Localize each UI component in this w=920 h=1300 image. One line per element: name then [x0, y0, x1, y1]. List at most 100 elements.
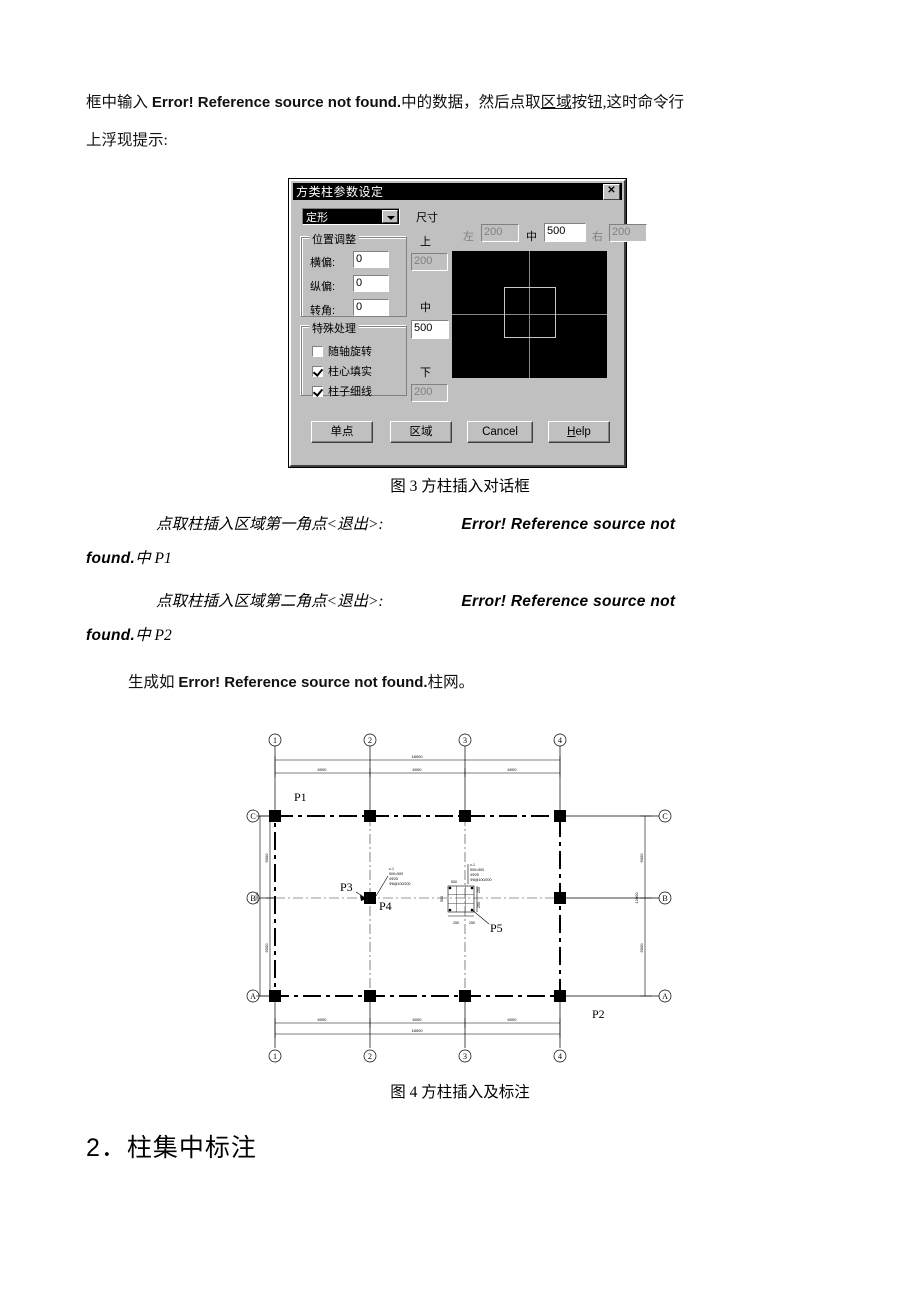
generate-text-post: 柱网。 [427, 674, 475, 691]
checkbox-rotate-with-axis-box[interactable] [312, 345, 323, 357]
svg-text:12000: 12000 [634, 892, 639, 904]
horizontal-offset-input[interactable]: 0 [353, 251, 389, 268]
size-left-input[interactable]: 200 [481, 224, 519, 242]
prompt-line-1: 点取柱插入区域第一角点<退出>: Error! Reference source… [156, 512, 675, 534]
prompt-line-2-found: found. [86, 627, 136, 644]
svg-text:6000: 6000 [318, 1017, 328, 1022]
column-note-right: z-1 500×500 4Φ25 Φ8@100/200 [467, 863, 492, 884]
svg-text:250: 250 [453, 921, 459, 925]
cancel-button[interactable]: Cancel [467, 421, 533, 443]
shape-select[interactable]: 定形 [302, 208, 400, 225]
help-button[interactable]: Help [548, 421, 610, 443]
intro-text-mid: 中的数据，然后点取 [401, 94, 541, 111]
column-detail-callout: 500 500 250 250 250 250 [440, 880, 490, 925]
single-point-button[interactable]: 单点 [311, 421, 373, 443]
cad-drawing-figure4: .thin { stroke:#000; stroke-width:0.6; f… [240, 718, 680, 1078]
svg-text:3: 3 [463, 736, 467, 745]
svg-text:6000: 6000 [413, 767, 423, 772]
column-markers [269, 810, 566, 1002]
intro-paragraph-line2: 上浮现提示: [86, 132, 168, 149]
size-left-label: 左 [463, 231, 474, 243]
size-right-input[interactable]: 200 [609, 224, 647, 242]
svg-text:12000: 12000 [254, 892, 259, 904]
size-bottom-input[interactable]: 200 [411, 384, 448, 402]
svg-text:6000: 6000 [639, 853, 644, 863]
prompt-line-1-tail: 中 P1 [135, 550, 172, 567]
document-page: 框中输入 Error! Reference source not found.中… [0, 0, 920, 1300]
svg-text:2: 2 [368, 736, 372, 745]
intro-paragraph-line1: 框中输入 Error! Reference source not found.中… [86, 84, 684, 122]
svg-text:18000: 18000 [411, 1028, 423, 1033]
point-label-p3: P3 [340, 880, 353, 894]
svg-text:6000: 6000 [508, 767, 518, 772]
svg-text:1: 1 [273, 736, 277, 745]
svg-text:3: 3 [463, 1052, 467, 1061]
size-center-v-label: 中 [420, 302, 431, 314]
size-top-input[interactable]: 200 [411, 253, 448, 271]
error-reference-text-1: Error! Reference source not found. [151, 94, 402, 111]
svg-text:18000: 18000 [411, 754, 423, 759]
svg-text:B: B [662, 894, 667, 903]
svg-text:4Φ25: 4Φ25 [389, 877, 398, 881]
svg-text:4: 4 [558, 736, 562, 745]
svg-text:500×500: 500×500 [389, 872, 403, 876]
area-link[interactable]: 区域 [541, 94, 572, 111]
right-dimension-chain: 6000 6000 12000 [634, 815, 652, 997]
svg-text:Φ8@100/200: Φ8@100/200 [389, 882, 411, 886]
svg-text:z-1: z-1 [389, 867, 394, 871]
internal-center-lines [275, 816, 560, 996]
svg-text:C: C [250, 812, 255, 821]
size-right-label: 右 [592, 231, 603, 243]
prompt-line-2: 点取柱插入区域第二角点<退出>: Error! Reference source… [156, 589, 675, 611]
special-handling-group-title: 特殊处理 [309, 320, 359, 336]
prompt-line-2-tail: 中 P2 [135, 627, 172, 644]
size-group-title: 尺寸 [416, 212, 438, 224]
dialog-titlebar: 方类柱参数设定 ✕ [293, 183, 622, 200]
rotation-angle-label: 转角: [310, 305, 336, 317]
generate-text-pre: 生成如 [128, 674, 179, 691]
close-icon[interactable]: ✕ [603, 183, 620, 200]
special-handling-group: 特殊处理 随轴旋转 柱心填实 柱子细线 [301, 320, 407, 399]
position-adjust-group-title: 位置调整 [309, 231, 359, 247]
size-center-v-input[interactable]: 500 [411, 320, 449, 339]
column-note-left: z-1 500×500 4Φ25 Φ8@100/200 [375, 867, 411, 897]
top-dimension-chain: 18000 6000 6000 6000 [274, 754, 561, 777]
prompt-line-1-cont: found.中 P1 [86, 546, 172, 568]
chevron-down-icon[interactable] [382, 210, 398, 223]
figure-4-caption: 图 4 方柱插入及标注 [390, 1084, 530, 1101]
size-bottom-label: 下 [420, 367, 431, 379]
svg-text:4Φ25: 4Φ25 [470, 873, 479, 877]
size-center-h-input[interactable]: 500 [544, 223, 586, 242]
position-adjust-group: 位置调整 横偏: 0 纵偏: 0 转角: 0 [301, 231, 407, 317]
svg-text:6000: 6000 [264, 943, 269, 953]
point-label-p2: P2 [592, 1007, 605, 1021]
column-preview [452, 251, 607, 378]
size-center-h-label: 中 [526, 231, 537, 243]
svg-text:1: 1 [273, 1052, 277, 1061]
svg-text:250: 250 [477, 887, 481, 893]
section-heading-2: 2．柱集中标注 [86, 1134, 257, 1162]
vertical-offset-label: 纵偏: [310, 281, 336, 293]
svg-text:C: C [662, 812, 667, 821]
intro-text-pre: 框中输入 [86, 94, 152, 111]
rotation-angle-input[interactable]: 0 [353, 299, 389, 316]
vertical-offset-input[interactable]: 0 [353, 275, 389, 292]
prompt-line-2-error: Error! Reference source not [461, 593, 676, 610]
svg-text:500: 500 [440, 896, 444, 902]
svg-text:6000: 6000 [264, 853, 269, 863]
svg-text:Φ8@100/200: Φ8@100/200 [470, 878, 492, 882]
checkbox-rotate-with-axis[interactable]: 随轴旋转 [312, 343, 372, 359]
cad-svg: .thin { stroke:#000; stroke-width:0.6; f… [246, 733, 672, 1063]
checkbox-thin-column-lines-box[interactable] [312, 385, 323, 397]
svg-text:A: A [250, 992, 256, 1001]
checkbox-thin-column-lines[interactable]: 柱子细线 [312, 383, 372, 399]
svg-text:250: 250 [477, 902, 481, 908]
svg-text:6000: 6000 [318, 767, 328, 772]
checkbox-rotate-with-axis-label: 随轴旋转 [328, 346, 372, 358]
area-button[interactable]: 区域 [390, 421, 452, 443]
checkbox-fill-column-core[interactable]: 柱心填实 [312, 363, 372, 379]
svg-text:6000: 6000 [413, 1017, 423, 1022]
bottom-dimension-chain: 6000 6000 6000 18000 1 2 3 4 [268, 996, 567, 1063]
checkbox-fill-column-core-box[interactable] [312, 365, 323, 377]
shape-select-value: 定形 [306, 211, 328, 224]
